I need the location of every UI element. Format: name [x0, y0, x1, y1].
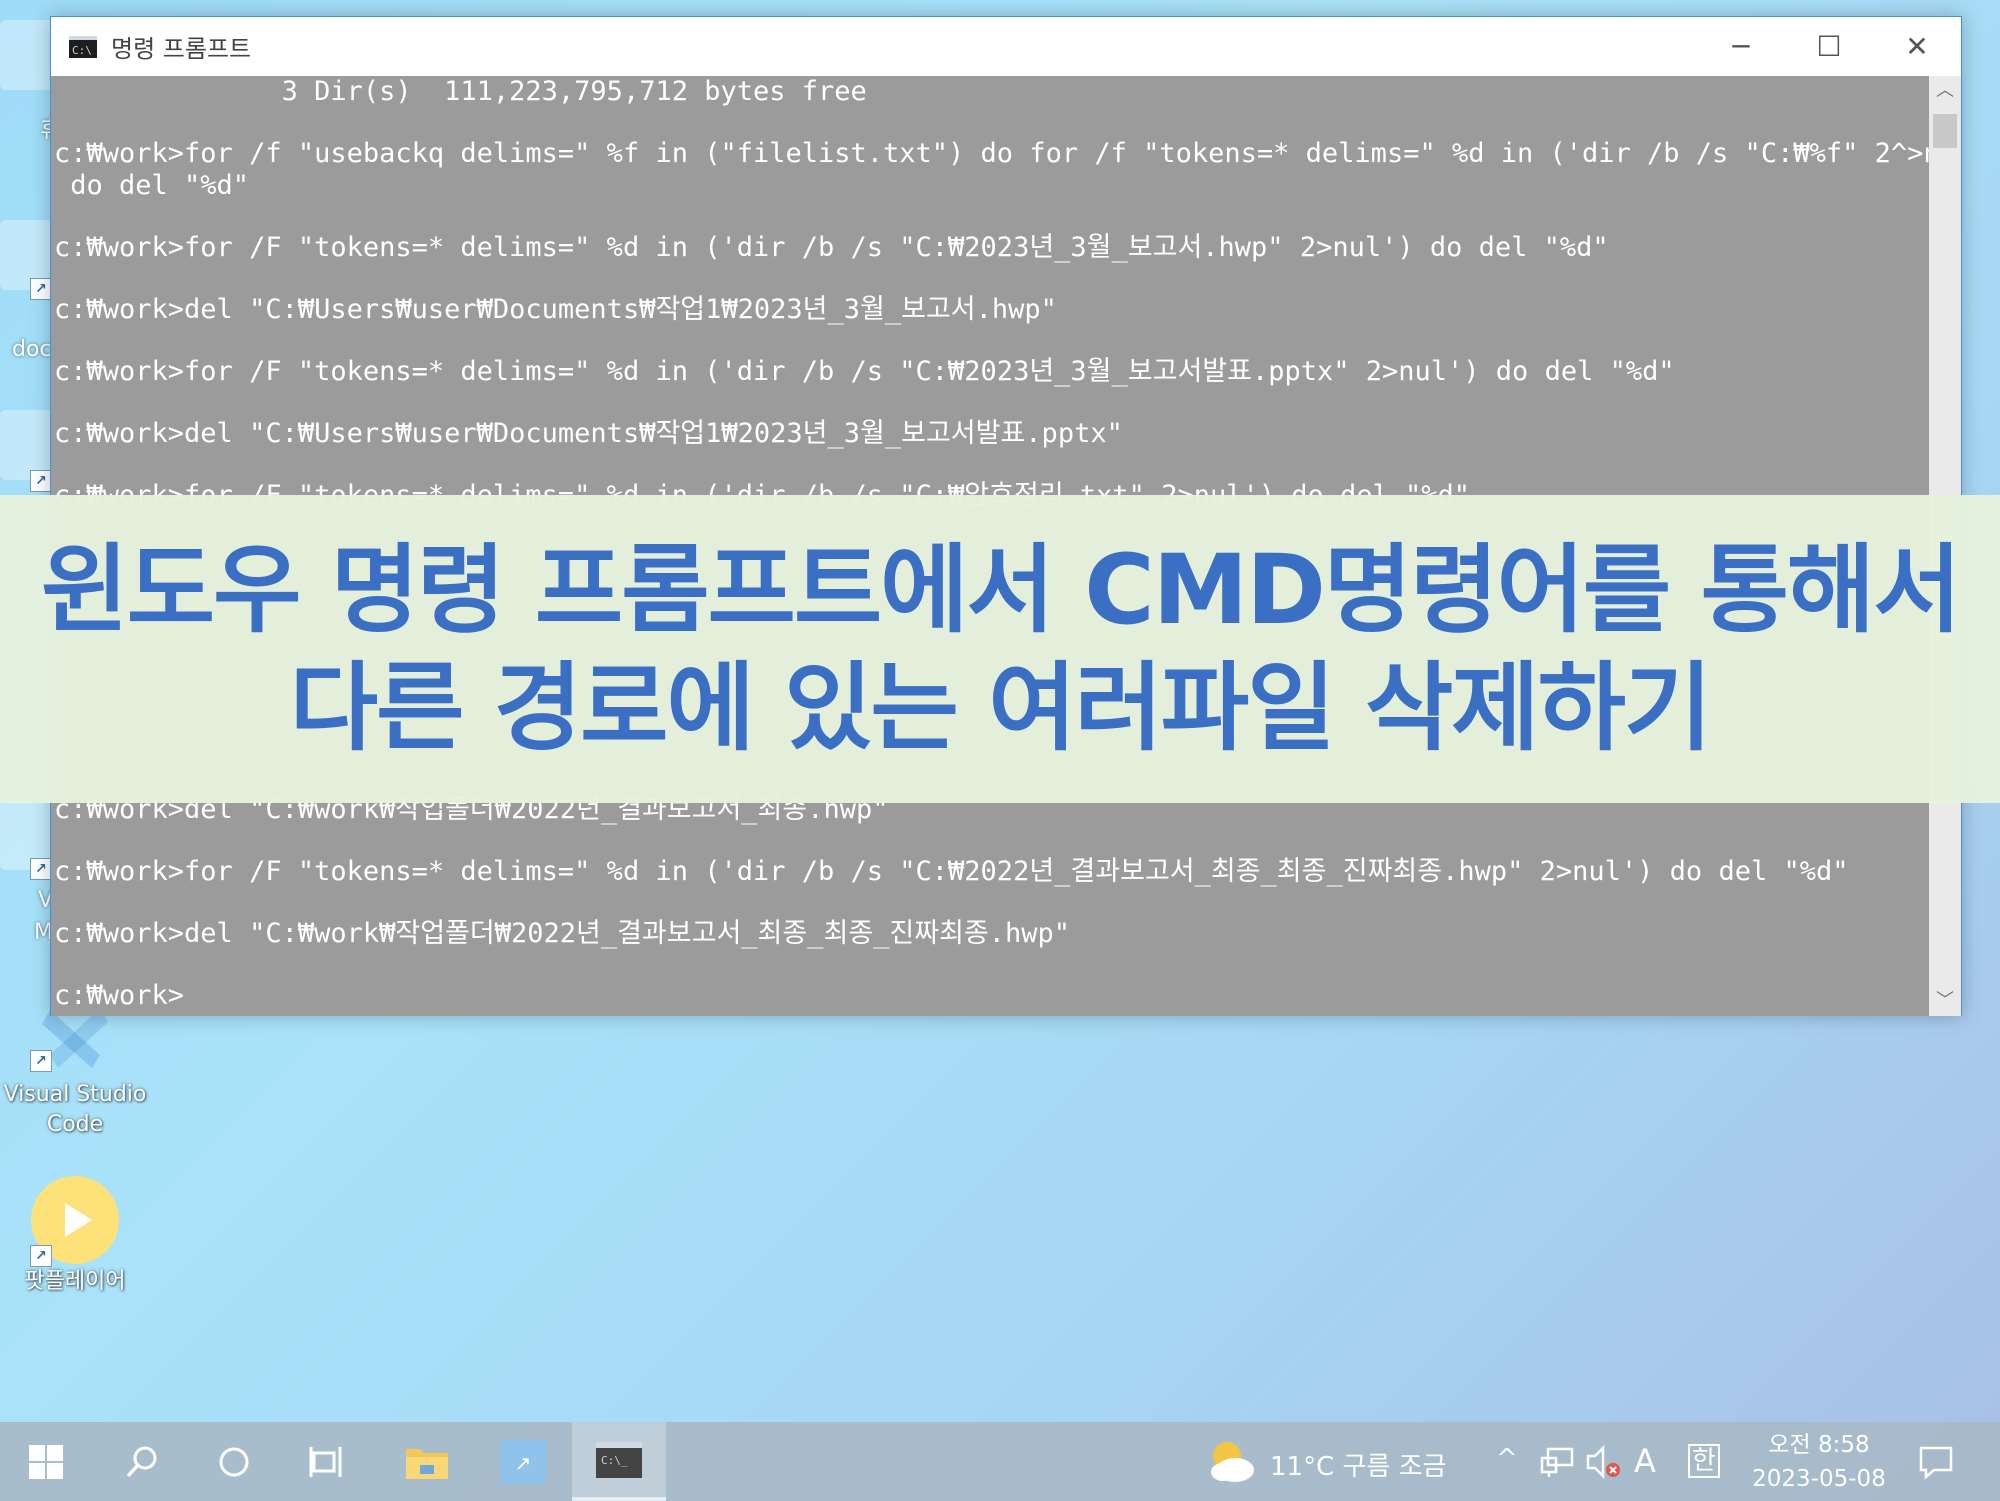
cmd-icon: C:\_ — [596, 1441, 642, 1478]
window-controls: ─ ☐ ✕ — [1697, 17, 1961, 76]
weather-text[interactable]: 11°C 구름 조금 — [1270, 1446, 1446, 1483]
shortcut-arrow-icon: ↗ — [30, 858, 52, 880]
svg-text:C:\_: C:\_ — [601, 1454, 628, 1467]
task-view-button[interactable] — [280, 1422, 372, 1501]
minimize-button[interactable]: ─ — [1697, 17, 1785, 76]
console-line: c:₩work>del "C:₩Users₩user₩Documents₩작업1… — [54, 418, 1123, 449]
task-view-icon — [309, 1446, 342, 1477]
window-title: 명령 프롬프트 — [111, 35, 252, 63]
taskbar: ↗ C:\_ 11°C 구름 조금 ^ A 한 오전 8:58 2023-05-… — [0, 1422, 2000, 1501]
console-line: 3 Dir(s) 111,223,795,712 bytes free — [54, 76, 867, 107]
close-button[interactable]: ✕ — [1873, 17, 1961, 76]
scroll-thumb[interactable] — [1933, 114, 1957, 148]
scroll-up-icon[interactable]: ︿ — [1929, 76, 1961, 106]
desktop-icon-vscode[interactable]: ↗ Visual Studio Code — [0, 1000, 150, 1140]
windows-logo-icon — [29, 1444, 63, 1479]
notification-center-icon[interactable] — [1918, 1444, 1954, 1480]
search-icon — [126, 1446, 157, 1477]
shortcut-arrow-icon: ↗ — [30, 1050, 52, 1072]
window-titlebar[interactable]: C:\ 명령 프롬프트 ─ ☐ ✕ — [51, 17, 1961, 76]
taskbar-clock[interactable]: 오전 8:58 2023-05-08 — [1744, 1428, 1894, 1496]
desktop-icon-label: 팟플레이어 — [24, 1269, 126, 1294]
taskbar-command-prompt[interactable]: C:\_ — [572, 1422, 666, 1501]
search-button[interactable] — [96, 1422, 188, 1501]
banner-title-line2: 다른 경로에 있는 여러파일 삭제하기 — [289, 652, 1712, 764]
desktop-icon-label: Visual Studio — [3, 1082, 147, 1107]
scroll-down-icon[interactable]: ﹀ — [1929, 986, 1961, 1016]
weather-cloudy-icon[interactable] — [1205, 1436, 1257, 1486]
ime-mode-indicator[interactable]: A — [1634, 1442, 1656, 1480]
show-hidden-icons-chevron-up-icon[interactable]: ^ — [1496, 1444, 1518, 1474]
desktop-icon-potplayer[interactable]: ↗ 팟플레이어 — [0, 1175, 150, 1297]
console-line: c:₩work>del "C:₩Users₩user₩Documents₩작업1… — [54, 294, 1057, 325]
shortcut-arrow-icon: ↗ — [30, 1245, 52, 1267]
console-line: c:₩work>for /F "tokens=* delims=" %d in … — [54, 356, 1675, 387]
cortana-button[interactable] — [188, 1422, 280, 1501]
banner-title-line1: 윈도우 명령 프롬프트에서 CMD명령어를 통해서 — [40, 534, 1961, 646]
folder-icon — [406, 1448, 448, 1479]
svg-text:↗: ↗ — [515, 1451, 532, 1475]
shortcut-arrow-icon: ↗ — [30, 278, 52, 300]
clock-date: 2023-05-08 — [1752, 1466, 1886, 1492]
console-line: c:₩work>for /f "usebackq delims=" %f in … — [54, 138, 1931, 169]
title-banner: 윈도우 명령 프롬프트에서 CMD명령어를 통해서 다른 경로에 있는 여러파일… — [0, 495, 2000, 803]
desktop-icon-label: Code — [46, 1112, 104, 1137]
clock-time: 오전 8:58 — [1768, 1432, 1870, 1458]
volume-muted-icon[interactable] — [1586, 1444, 1622, 1480]
desktop-icon-label: doc — [12, 337, 52, 362]
console-prompt: c:₩work> — [54, 980, 185, 1011]
console-line: c:₩work>del "C:₩work₩작업폴더₩2022년_결과보고서_최종… — [54, 918, 1071, 949]
desktop-icon-partial[interactable] — [0, 20, 55, 90]
taskbar-app[interactable]: ↗ — [477, 1422, 569, 1501]
start-button[interactable] — [0, 1422, 92, 1501]
ime-language-indicator[interactable]: 한 — [1688, 1444, 1720, 1478]
console-line: c:₩work>for /F "tokens=* delims=" %d in … — [54, 232, 1609, 263]
taskbar-file-explorer[interactable] — [381, 1422, 473, 1501]
console-line: do del "%d" — [54, 170, 250, 201]
app-window-icon: ↗ — [500, 1439, 546, 1484]
maximize-button[interactable]: ☐ — [1785, 17, 1873, 76]
shortcut-arrow-icon: ↗ — [30, 470, 52, 492]
console-line: c:₩work>for /F "tokens=* delims=" %d in … — [54, 856, 1849, 887]
network-icon[interactable] — [1540, 1446, 1576, 1478]
cortana-circle-icon — [219, 1447, 249, 1476]
cmd-app-icon: C:\ — [69, 35, 97, 58]
